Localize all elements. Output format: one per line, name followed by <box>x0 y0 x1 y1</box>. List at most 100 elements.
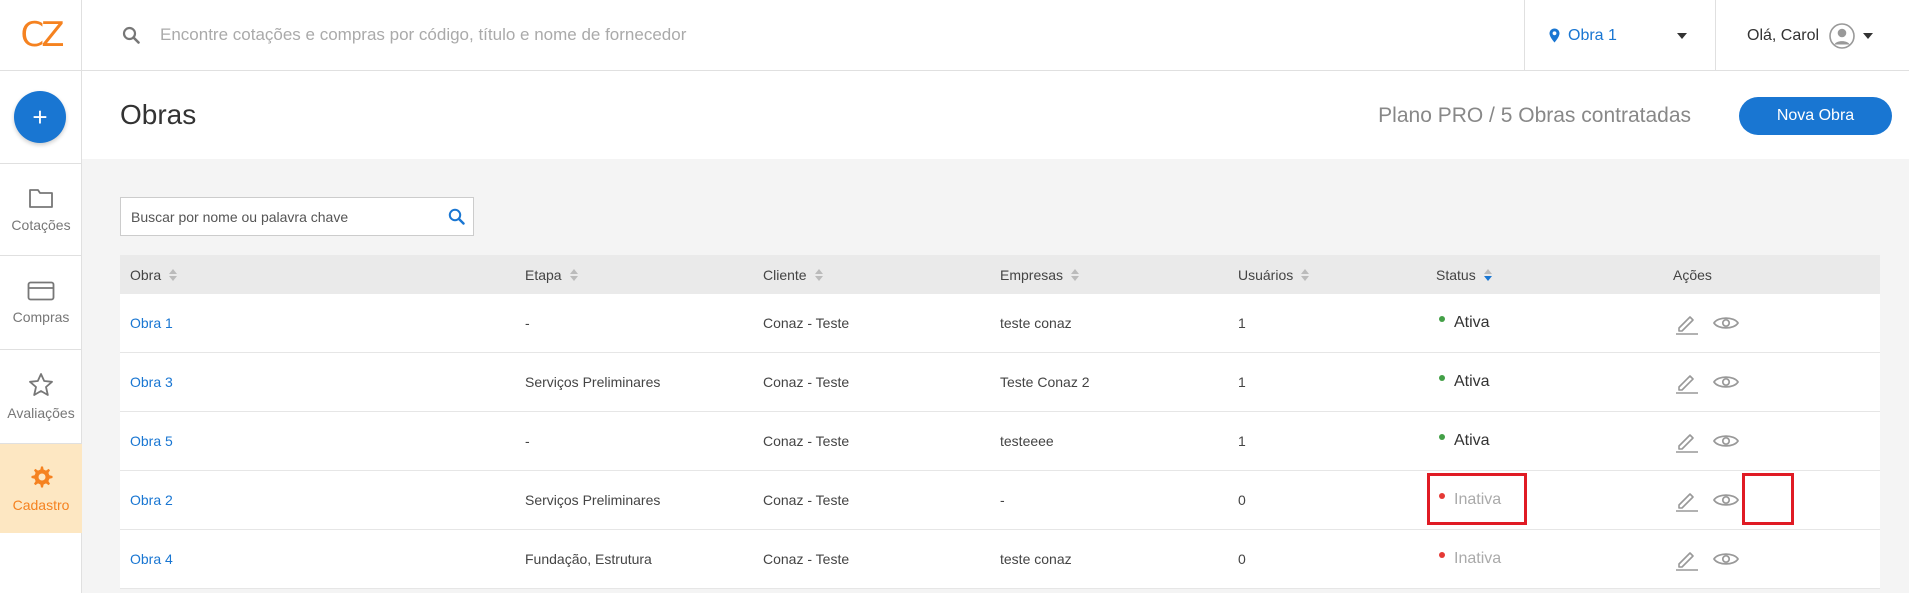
etapa-cell: - <box>525 315 530 331</box>
add-button[interactable]: + <box>14 91 66 143</box>
cliente-cell: Conaz - Teste <box>763 433 850 449</box>
plan-info: Plano PRO / 5 Obras contratadas <box>1378 104 1691 127</box>
empresas-cell: teste conaz <box>1000 315 1072 331</box>
row-actions <box>1674 547 1740 571</box>
app-logo[interactable]: CZ <box>0 0 82 71</box>
column-header-usuarios[interactable]: Usuários <box>1238 267 1310 283</box>
sidebar-item-label: Cotações <box>11 216 71 233</box>
search-icon[interactable] <box>448 208 465 225</box>
main-content: Obra Etapa Cliente Empresas Usuários Sta… <box>82 159 1909 593</box>
logo-text: CZ <box>20 15 64 55</box>
sidebar-item-cotacoes[interactable]: Cotações <box>0 163 82 255</box>
column-label: Empresas <box>1000 266 1064 283</box>
obras-table: Obra Etapa Cliente Empresas Usuários Sta… <box>120 255 1880 589</box>
edit-icon[interactable] <box>1674 488 1698 512</box>
status-cell: Inativa <box>1439 550 1501 568</box>
etapa-cell: Fundação, Estrutura <box>525 551 652 567</box>
etapa-cell: - <box>525 433 530 449</box>
empresas-cell: - <box>1000 492 1005 508</box>
column-label: Etapa <box>525 266 562 283</box>
edit-icon[interactable] <box>1674 547 1698 571</box>
credit-card-icon <box>27 281 55 300</box>
gear-icon <box>31 466 53 487</box>
obra-link[interactable]: Obra 5 <box>130 433 173 449</box>
global-search-input[interactable] <box>160 18 1260 52</box>
view-eye-icon[interactable] <box>1712 313 1740 333</box>
column-header-acoes: Ações <box>1673 267 1712 283</box>
column-label: Obra <box>130 266 162 283</box>
edit-icon[interactable] <box>1674 370 1698 394</box>
empresas-cell: testeeee <box>1000 433 1054 449</box>
usuarios-cell: 1 <box>1238 315 1246 331</box>
folder-icon <box>29 188 53 208</box>
obra-link[interactable]: Obra 2 <box>130 492 173 508</box>
table-row: Obra 1 - Conaz - Teste teste conaz 1 Ati… <box>120 294 1880 353</box>
status-label: Ativa <box>1454 373 1490 390</box>
usuarios-cell: 1 <box>1238 374 1246 390</box>
sort-icon <box>1301 268 1310 281</box>
sidebar-item-label: Cadastro <box>12 496 70 513</box>
status-label: Inativa <box>1454 550 1502 567</box>
search-icon <box>122 26 140 44</box>
row-actions <box>1674 370 1740 394</box>
obra-link[interactable]: Obra 1 <box>130 315 173 331</box>
edit-icon[interactable] <box>1674 429 1698 453</box>
page-header: Obras Plano PRO / 5 Obras contratadas No… <box>82 71 1909 159</box>
obra-selector[interactable]: Obra 1 <box>1524 0 1716 71</box>
row-actions <box>1674 429 1740 453</box>
edit-icon[interactable] <box>1674 311 1698 335</box>
sort-icon <box>569 268 578 281</box>
obra-link[interactable]: Obra 4 <box>130 551 173 567</box>
table-row: Obra 5 - Conaz - Teste testeeee 1 Ativa <box>120 412 1880 471</box>
sort-icon <box>169 268 178 281</box>
new-obra-button[interactable]: Nova Obra <box>1739 97 1892 135</box>
topbar: Obra 1 Olá, Carol <box>82 0 1909 71</box>
column-header-empresas[interactable]: Empresas <box>1000 266 1080 283</box>
status-label: Ativa <box>1454 432 1490 449</box>
status-label: Ativa <box>1454 314 1490 331</box>
table-header: Obra Etapa Cliente Empresas Usuários Sta… <box>120 255 1880 294</box>
chevron-down-icon <box>1677 33 1687 39</box>
row-actions <box>1674 311 1740 335</box>
column-header-status[interactable]: Status <box>1436 267 1492 283</box>
column-header-cliente[interactable]: Cliente <box>763 267 823 283</box>
table-row: Obra 3 Serviços Preliminares Conaz - Tes… <box>120 353 1880 412</box>
status-cell: Ativa <box>1439 373 1490 391</box>
view-eye-icon[interactable] <box>1712 372 1740 392</box>
column-label: Cliente <box>763 266 807 283</box>
table-row: Obra 4 Fundação, Estrutura Conaz - Teste… <box>120 530 1880 589</box>
sidebar: CZ + Cotações Compras Avaliações Cadastr… <box>0 0 82 593</box>
cliente-cell: Conaz - Teste <box>763 551 850 567</box>
usuarios-cell: 0 <box>1238 492 1246 508</box>
etapa-cell: Serviços Preliminares <box>525 374 661 390</box>
sidebar-item-avaliacoes[interactable]: Avaliações <box>0 349 82 443</box>
filter-search <box>120 197 474 236</box>
column-header-etapa[interactable]: Etapa <box>525 267 578 283</box>
sidebar-item-label: Avaliações <box>7 405 75 421</box>
etapa-cell: Serviços Preliminares <box>525 492 661 508</box>
sidebar-item-compras[interactable]: Compras <box>0 255 82 349</box>
view-eye-icon[interactable] <box>1712 431 1740 451</box>
view-eye-icon[interactable] <box>1712 490 1740 510</box>
row-actions <box>1674 488 1740 512</box>
chevron-down-icon <box>1863 32 1874 39</box>
status-cell: Ativa <box>1439 314 1490 332</box>
sort-icon <box>814 268 823 281</box>
sort-icon <box>1483 268 1492 281</box>
page-title: Obras <box>120 99 197 130</box>
column-header-obra[interactable]: Obra <box>130 266 178 283</box>
obra-link[interactable]: Obra 3 <box>130 374 173 390</box>
status-cell: Ativa <box>1439 432 1490 450</box>
status-dot <box>1439 316 1445 322</box>
sidebar-item-cadastro[interactable]: Cadastro <box>0 443 82 533</box>
table-row: Obra 2 Serviços Preliminares Conaz - Tes… <box>120 471 1880 530</box>
user-menu[interactable]: Olá, Carol <box>1747 0 1874 71</box>
column-label: Ações <box>1673 266 1712 283</box>
filter-search-input[interactable] <box>131 198 431 235</box>
empresas-cell: Teste Conaz 2 <box>1000 374 1090 390</box>
map-pin-icon <box>1549 28 1560 43</box>
highlight-status-box <box>1427 473 1527 525</box>
column-label: Status <box>1436 266 1476 283</box>
view-eye-icon[interactable] <box>1712 549 1740 569</box>
obra-selector-value: Obra 1 <box>1568 26 1617 44</box>
